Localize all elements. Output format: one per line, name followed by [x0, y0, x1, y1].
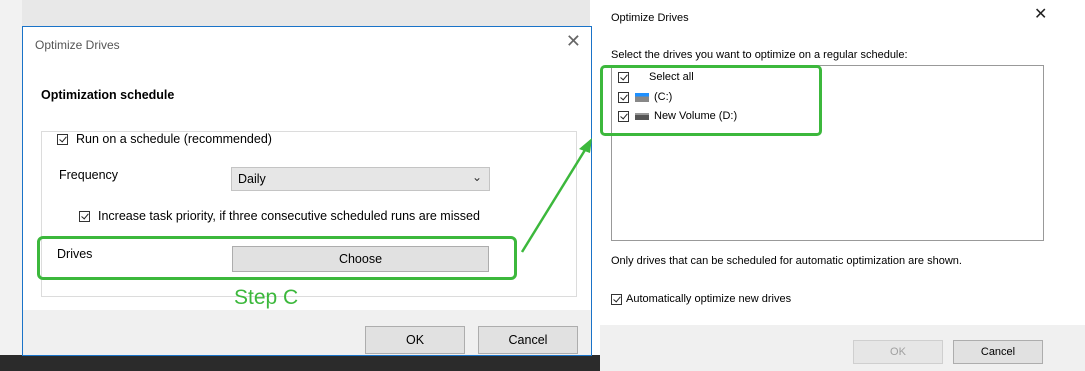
drive-selection-prompt: Select the drives you want to optimize o…: [611, 49, 908, 61]
auto-optimize-label: Automatically optimize new drives: [626, 293, 792, 305]
cancel-button[interactable]: Cancel: [478, 326, 578, 354]
dialog-title: Optimize Drives: [611, 12, 689, 24]
section-heading: Optimization schedule: [41, 88, 175, 102]
dialog-title: Optimize Drives: [35, 38, 120, 52]
background-window-strip: [0, 0, 590, 26]
ok-button-disabled[interactable]: OK: [853, 340, 943, 364]
optimize-drives-select-dialog: Optimize Drives ✕ Select the drives you …: [600, 0, 1085, 371]
optimize-drives-settings-dialog: Optimize Drives ✕ Optimization schedule …: [22, 26, 592, 356]
chevron-down-icon: ⌄: [471, 170, 482, 184]
frequency-select[interactable]: Daily ⌄: [231, 167, 490, 191]
background-window-left-strip: [0, 0, 22, 371]
taskbar-strip: [0, 355, 600, 371]
frequency-value: Daily: [238, 172, 266, 186]
priority-row[interactable]: Increase task priority, if three consecu…: [79, 209, 480, 223]
run-on-schedule-checkbox[interactable]: [57, 133, 68, 145]
increase-priority-checkbox[interactable]: [79, 210, 90, 222]
run-on-schedule-row[interactable]: Run on a schedule (recommended): [57, 132, 278, 146]
cancel-button[interactable]: Cancel: [953, 340, 1043, 364]
increase-priority-label: Increase task priority, if three consecu…: [98, 209, 480, 223]
auto-optimize-row[interactable]: Automatically optimize new drives: [611, 293, 791, 305]
scheduled-drives-note: Only drives that can be scheduled for au…: [611, 255, 962, 267]
frequency-label: Frequency: [59, 168, 119, 182]
ok-button[interactable]: OK: [365, 326, 465, 354]
drives-highlight-box: [37, 236, 517, 280]
step-label: Step C: [234, 286, 299, 309]
run-on-schedule-label: Run on a schedule (recommended): [76, 132, 272, 146]
drive-list-highlight-box: [600, 65, 822, 136]
close-icon[interactable]: ✕: [1034, 4, 1047, 23]
close-icon[interactable]: ✕: [566, 31, 581, 52]
auto-optimize-checkbox[interactable]: [611, 293, 622, 305]
